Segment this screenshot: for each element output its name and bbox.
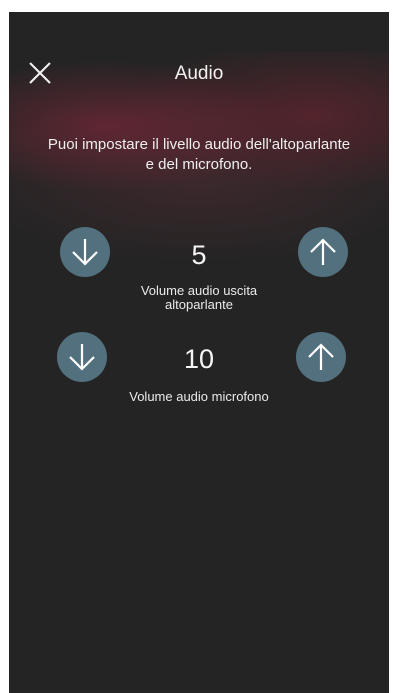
arrow-up-icon — [308, 343, 334, 370]
microphone-volume-increase-button[interactable] — [296, 332, 346, 382]
speaker-volume-label-line-2: altoparlante — [165, 297, 233, 312]
arrow-up-icon — [310, 238, 336, 265]
description-text: Puoi impostare il livello audio dell'alt… — [9, 135, 389, 175]
page-title: Audio — [174, 63, 224, 84]
app-screen: Audio Puoi impostare il livello audio de… — [9, 12, 389, 693]
microphone-volume-label: Volume audio microfono — [129, 389, 269, 404]
speaker-volume-label: Volume audio uscita altoparlante — [9, 284, 389, 312]
description-line-2: e del microfono. — [145, 156, 253, 173]
speaker-volume-label-line-1: Volume audio uscita — [140, 283, 258, 298]
description-line-1: Puoi impostare il livello audio dell'alt… — [47, 136, 351, 153]
speaker-volume-increase-button[interactable] — [298, 227, 348, 277]
